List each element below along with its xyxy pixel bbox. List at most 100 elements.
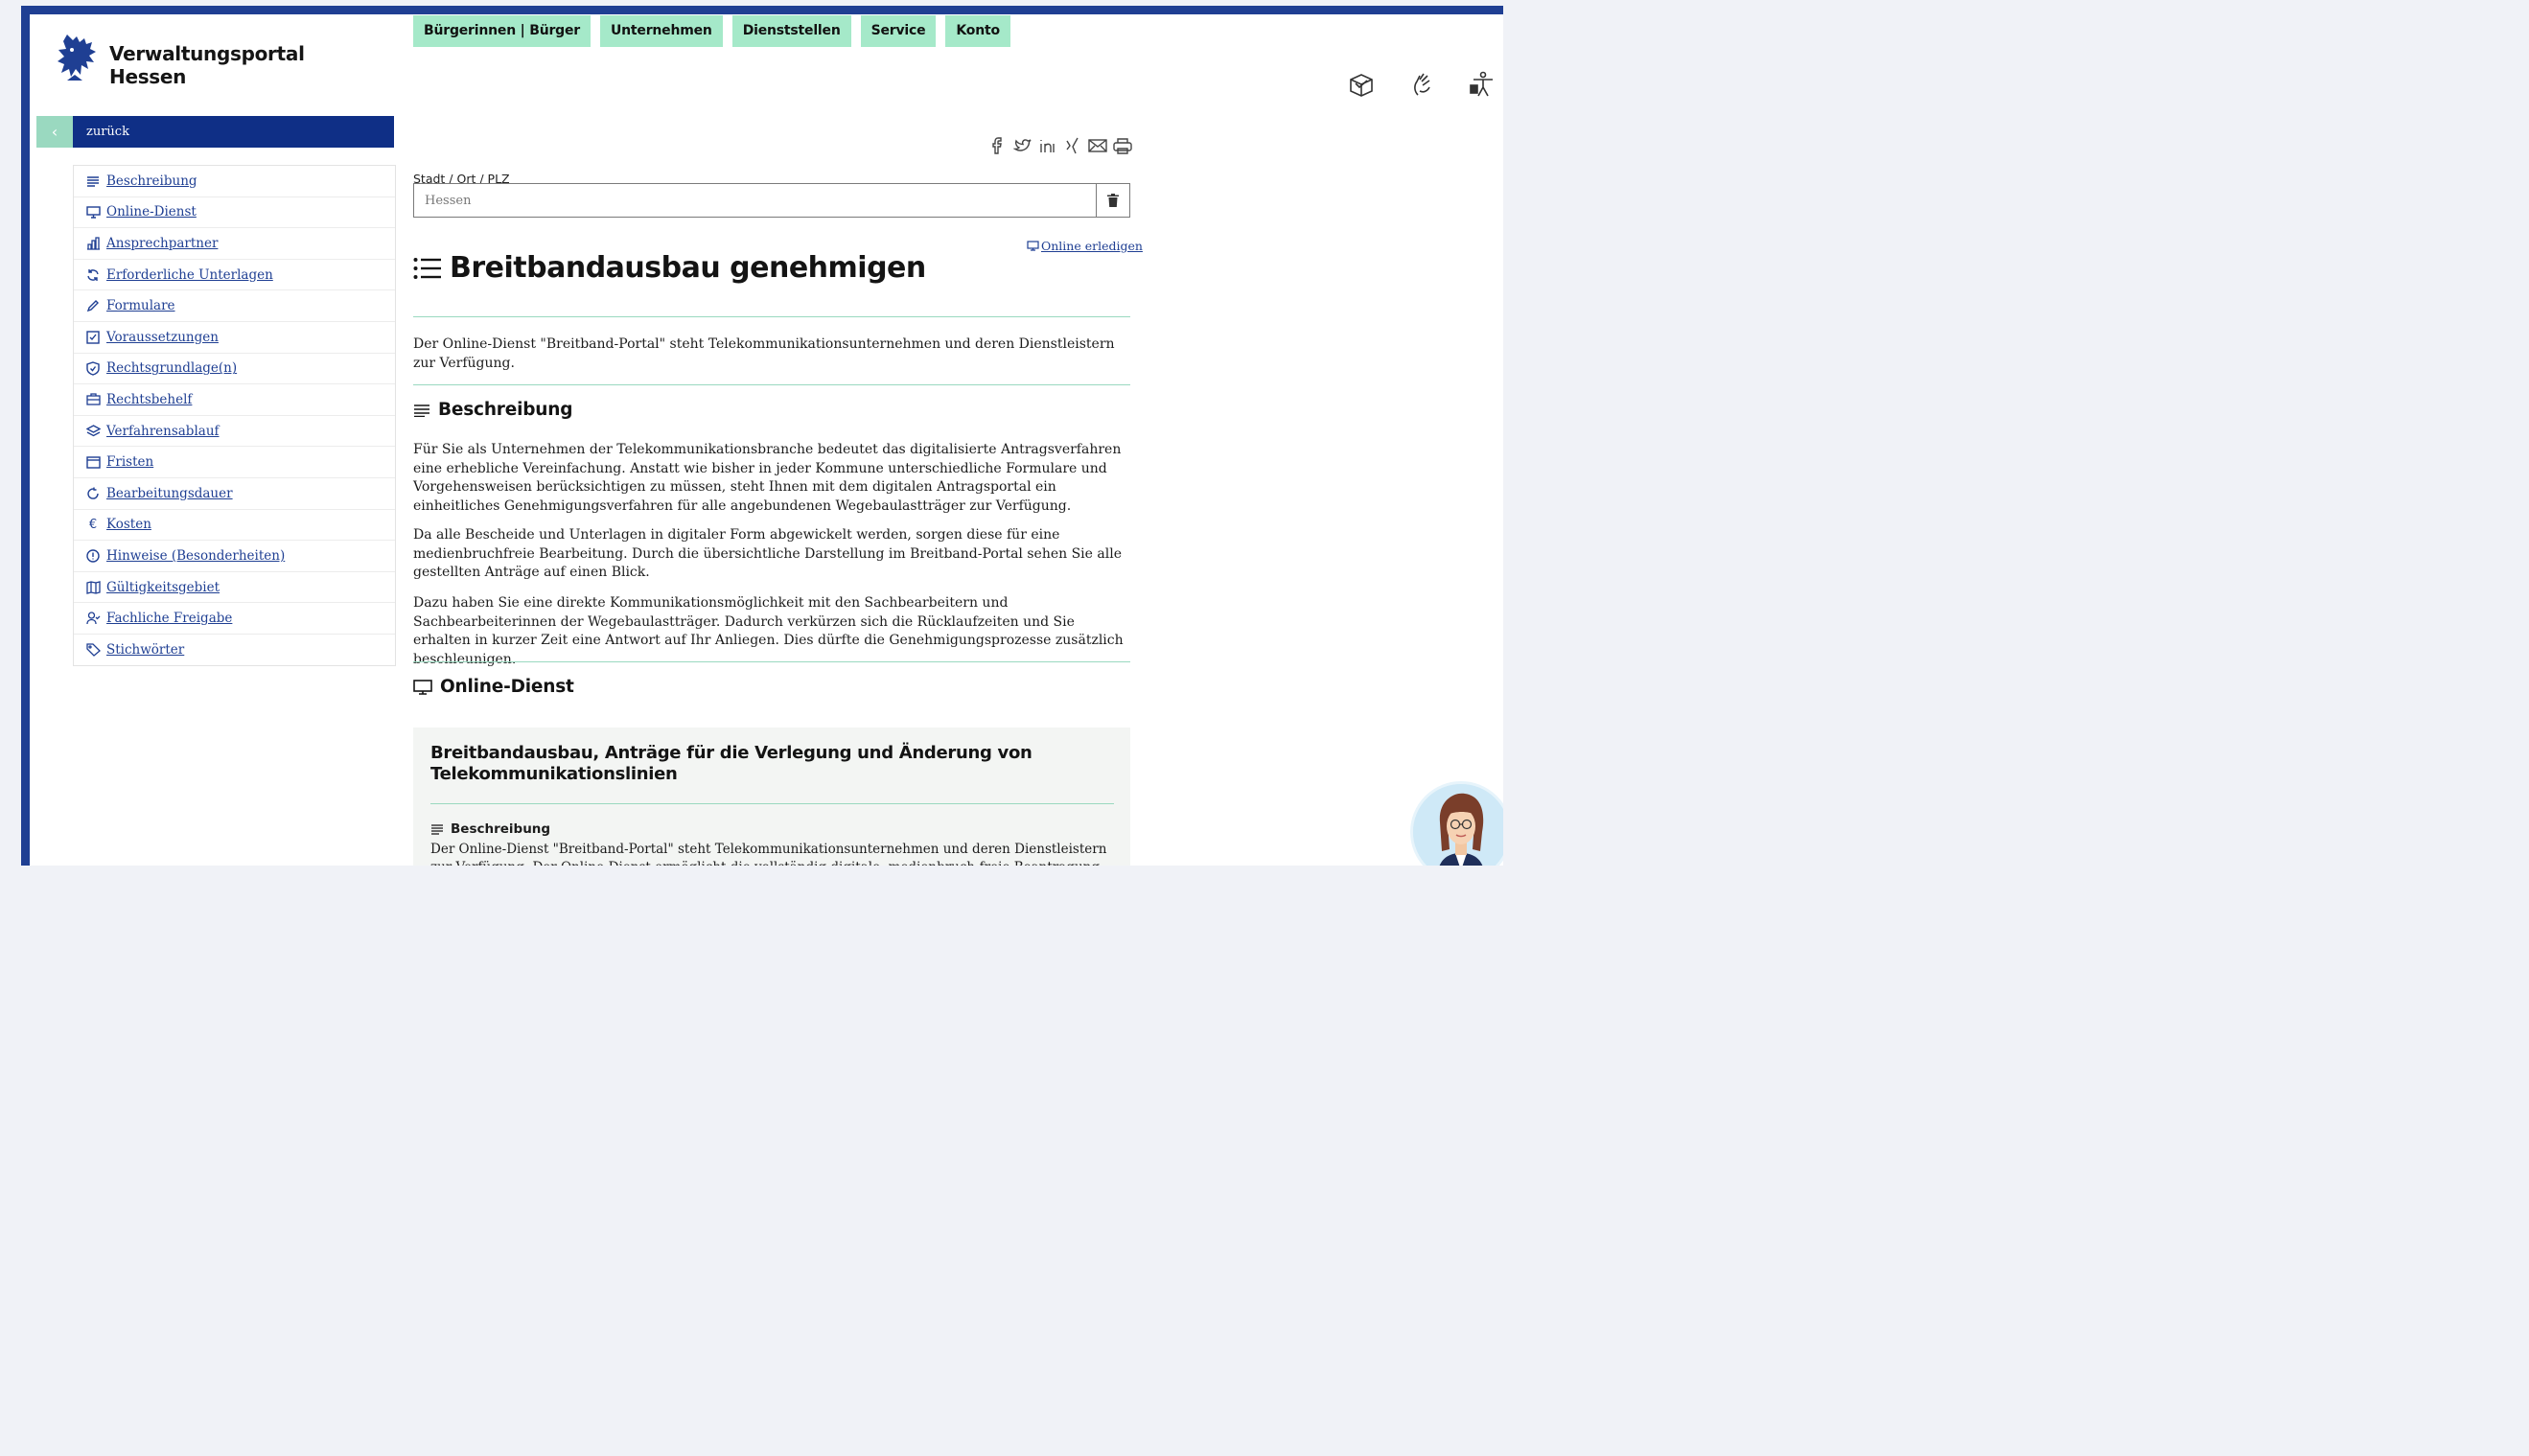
card-subheading: Beschreibung bbox=[430, 821, 550, 837]
pencil-icon bbox=[85, 298, 101, 313]
toc-label[interactable]: Verfahrensablauf bbox=[106, 424, 220, 439]
monitor-icon bbox=[1027, 241, 1039, 251]
section-title: Online-Dienst bbox=[440, 677, 574, 697]
toc-label[interactable]: Ansprechpartner bbox=[106, 236, 218, 251]
brand-line-1: Verwaltungsportal bbox=[109, 42, 305, 65]
rotate-icon bbox=[85, 486, 101, 501]
divider bbox=[413, 661, 1130, 662]
toc-label[interactable]: Stichwörter bbox=[106, 642, 184, 658]
twitter-icon[interactable] bbox=[1012, 136, 1032, 155]
toc-label[interactable]: Gültigkeitsgebiet bbox=[106, 580, 220, 595]
nav-unternehmen[interactable]: Unternehmen bbox=[599, 15, 723, 47]
toc-label[interactable]: Fachliche Freigabe bbox=[106, 611, 232, 626]
nav-service[interactable]: Service bbox=[860, 15, 937, 47]
toc-item-beschreibung[interactable]: Beschreibung bbox=[74, 166, 395, 197]
toc-item-hinweise[interactable]: Hinweise (Besonderheiten) bbox=[74, 541, 395, 572]
mail-icon[interactable] bbox=[1087, 136, 1108, 155]
toc-label[interactable]: Rechtsbehelf bbox=[106, 392, 192, 407]
linkedin-icon[interactable] bbox=[1038, 136, 1057, 155]
table-of-contents: Beschreibung Online-Dienst Ansprechpartn… bbox=[73, 165, 396, 666]
nav-buergerinnen[interactable]: Bürgerinnen | Bürger bbox=[413, 15, 591, 47]
monitor-icon bbox=[85, 204, 101, 220]
description-paragraph: Für Sie als Unternehmen der Telekommunik… bbox=[413, 442, 1122, 514]
xing-icon[interactable] bbox=[1063, 136, 1082, 155]
section-online-dienst-heading: Online-Dienst bbox=[413, 677, 574, 697]
card-title[interactable]: Breitbandausbau, Anträge für die Verlegu… bbox=[430, 743, 1102, 785]
toc-item-bearbeitungsdauer[interactable]: Bearbeitungsdauer bbox=[74, 478, 395, 510]
trash-icon[interactable] bbox=[1096, 184, 1129, 217]
location-field bbox=[413, 183, 1130, 218]
accessibility-icon[interactable] bbox=[1468, 70, 1497, 99]
lines-icon bbox=[414, 404, 429, 417]
info-icon bbox=[85, 548, 101, 564]
list-icon bbox=[413, 257, 441, 279]
card-subheading-label: Beschreibung bbox=[451, 821, 551, 837]
online-service-card: Breitbandausbau, Anträge für die Verlegu… bbox=[413, 728, 1130, 866]
online-erledigen-label[interactable]: Online erledigen bbox=[1041, 239, 1143, 253]
toc-item-online-dienst[interactable]: Online-Dienst bbox=[74, 197, 395, 229]
map-icon bbox=[85, 580, 101, 595]
toc-label[interactable]: Formulare bbox=[106, 298, 175, 313]
tag-icon bbox=[85, 642, 101, 658]
sign-language-icon[interactable] bbox=[1408, 70, 1437, 99]
shield-icon bbox=[85, 360, 101, 376]
toc-label[interactable]: Rechtsgrundlage(n) bbox=[106, 360, 237, 376]
online-erledigen-link[interactable]: Online erledigen bbox=[1027, 239, 1143, 253]
intro-text: Der Online-Dienst "Breitband-Portal" ste… bbox=[413, 336, 1115, 371]
toc-label[interactable]: Online-Dienst bbox=[106, 204, 197, 220]
refresh-icon bbox=[85, 267, 101, 283]
back-label[interactable]: zurück bbox=[73, 116, 394, 148]
monitor-icon bbox=[413, 679, 432, 695]
page-title: Breitbandausbau genehmigen bbox=[450, 251, 926, 285]
divider bbox=[430, 803, 1114, 804]
description-paragraph: Dazu haben Sie eine direkte Kommunikatio… bbox=[413, 595, 1124, 667]
euro-icon: € bbox=[88, 517, 98, 532]
toc-item-stichwoerter[interactable]: Stichwörter bbox=[74, 635, 395, 665]
nav-dienststellen[interactable]: Dienststellen bbox=[731, 15, 851, 47]
divider bbox=[413, 384, 1130, 385]
toc-item-verfahrensablauf[interactable]: Verfahrensablauf bbox=[74, 416, 395, 448]
divider bbox=[413, 316, 1130, 317]
assistant-avatar-icon bbox=[1413, 784, 1503, 866]
brand-line-2: Hessen bbox=[109, 65, 187, 88]
toc-label[interactable]: Erforderliche Unterlagen bbox=[106, 267, 273, 283]
toc-label[interactable]: Hinweise (Besonderheiten) bbox=[106, 548, 285, 564]
toc-item-ansprechpartner[interactable]: Ansprechpartner bbox=[74, 228, 395, 260]
toc-item-unterlagen[interactable]: Erforderliche Unterlagen bbox=[74, 260, 395, 291]
card-text: Der Online-Dienst "Breitband-Portal" ste… bbox=[430, 842, 1107, 866]
briefcase-icon bbox=[85, 392, 101, 407]
toc-label[interactable]: Kosten bbox=[106, 517, 151, 532]
toc-item-rechtsgrundlagen[interactable]: Rechtsgrundlage(n) bbox=[74, 354, 395, 385]
toc-label[interactable]: Beschreibung bbox=[106, 173, 197, 189]
toc-item-fristen[interactable]: Fristen bbox=[74, 447, 395, 478]
back-bar[interactable]: ‹ zurück bbox=[36, 116, 394, 148]
easy-language-icon[interactable] bbox=[1347, 70, 1376, 99]
toc-item-fachliche-freigabe[interactable]: Fachliche Freigabe bbox=[74, 603, 395, 635]
toc-label[interactable]: Fristen bbox=[106, 454, 153, 470]
back-arrow-icon[interactable]: ‹ bbox=[36, 116, 73, 148]
layers-icon bbox=[85, 424, 101, 439]
toc-item-gueltigkeitsgebiet[interactable]: Gültigkeitsgebiet bbox=[74, 572, 395, 604]
toc-label[interactable]: Voraussetzungen bbox=[106, 330, 219, 345]
location-input[interactable] bbox=[414, 184, 1096, 217]
user-check-icon bbox=[85, 611, 101, 626]
section-beschreibung-heading: Beschreibung bbox=[413, 400, 572, 420]
checkbox-icon bbox=[85, 330, 101, 345]
nav-konto[interactable]: Konto bbox=[945, 15, 1010, 47]
toc-item-voraussetzungen[interactable]: Voraussetzungen bbox=[74, 322, 395, 354]
portal-logo[interactable]: Verwaltungsportal Hessen bbox=[56, 31, 334, 88]
toc-item-kosten[interactable]: € Kosten bbox=[74, 510, 395, 542]
lines-icon bbox=[85, 173, 101, 189]
page-title-row: Breitbandausbau genehmigen bbox=[413, 251, 926, 285]
print-icon[interactable] bbox=[1112, 136, 1133, 155]
chat-assistant-avatar[interactable] bbox=[1410, 781, 1503, 866]
lines-icon bbox=[431, 823, 443, 835]
description-paragraph: Da alle Bescheide und Unterlagen in digi… bbox=[413, 527, 1122, 580]
toc-item-formulare[interactable]: Formulare bbox=[74, 290, 395, 322]
toc-label[interactable]: Bearbeitungsdauer bbox=[106, 486, 233, 501]
main-navigation: Bürgerinnen | Bürger Unternehmen Diensts… bbox=[413, 15, 1010, 47]
calendar-icon bbox=[85, 454, 101, 470]
browser-viewport: Verwaltungsportal Hessen Bürgerinnen | B… bbox=[21, 6, 1503, 866]
toc-item-rechtsbehelf[interactable]: Rechtsbehelf bbox=[74, 384, 395, 416]
facebook-icon[interactable] bbox=[988, 136, 1008, 155]
